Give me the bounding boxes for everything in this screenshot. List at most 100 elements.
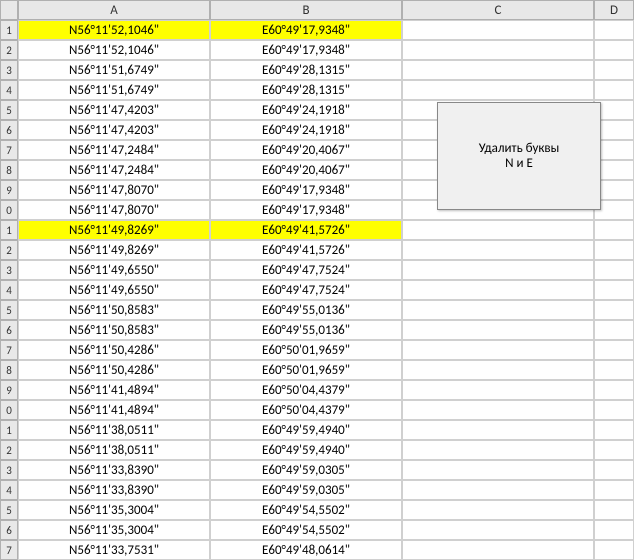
row-header[interactable]: 8 xyxy=(0,160,18,180)
cell-empty[interactable] xyxy=(594,320,634,340)
cell[interactable]: E60°49'47,7524" xyxy=(210,280,402,300)
cell[interactable]: E60°50'04,4379" xyxy=(210,400,402,420)
cell[interactable]: N56°11'47,4203" xyxy=(18,100,210,120)
cell[interactable]: N56°11'50,4286" xyxy=(18,340,210,360)
cell-empty[interactable] xyxy=(402,80,594,100)
cell[interactable]: E60°49'47,7524" xyxy=(210,260,402,280)
row-header[interactable]: 2 xyxy=(0,40,18,60)
row-header[interactable]: 4 xyxy=(0,480,18,500)
cell[interactable]: N56°11'38,0511" xyxy=(18,420,210,440)
cell[interactable]: E60°49'59,4940" xyxy=(210,420,402,440)
col-header-c[interactable]: C xyxy=(402,0,594,20)
cell-empty[interactable] xyxy=(402,500,594,520)
row-header[interactable]: 7 xyxy=(0,340,18,360)
cell[interactable]: E60°49'59,0305" xyxy=(210,480,402,500)
row-header[interactable]: 2 xyxy=(0,440,18,460)
cell-empty[interactable] xyxy=(402,380,594,400)
row-header[interactable]: 7 xyxy=(0,540,18,560)
cell[interactable]: N56°11'50,8583" xyxy=(18,300,210,320)
row-header[interactable]: 0 xyxy=(0,400,18,420)
cell[interactable]: N56°11'51,6749" xyxy=(18,80,210,100)
cell-empty[interactable] xyxy=(402,420,594,440)
row-header[interactable]: 1 xyxy=(0,220,18,240)
row-header[interactable]: 3 xyxy=(0,60,18,80)
cell-empty[interactable] xyxy=(594,280,634,300)
row-header[interactable]: 9 xyxy=(0,380,18,400)
cell[interactable]: N56°11'49,6550" xyxy=(18,280,210,300)
cell[interactable]: E60°49'24,1918" xyxy=(210,100,402,120)
cell[interactable]: E60°49'59,0305" xyxy=(210,460,402,480)
row-header[interactable]: 4 xyxy=(0,80,18,100)
cell-empty[interactable] xyxy=(402,520,594,540)
cell[interactable]: N56°11'49,6550" xyxy=(18,260,210,280)
cell[interactable]: E60°49'20,4067" xyxy=(210,140,402,160)
cell-empty[interactable] xyxy=(402,220,594,240)
cell-empty[interactable] xyxy=(402,400,594,420)
cell[interactable]: E60°49'17,9348" xyxy=(210,20,402,40)
cell[interactable]: N56°11'35,3004" xyxy=(18,500,210,520)
cell[interactable]: N56°11'52,1046" xyxy=(18,20,210,40)
cell-empty[interactable] xyxy=(594,60,634,80)
cell[interactable]: E60°49'55,0136" xyxy=(210,300,402,320)
cell[interactable]: E60°49'17,9348" xyxy=(210,40,402,60)
row-header[interactable]: 3 xyxy=(0,260,18,280)
row-header[interactable]: 0 xyxy=(0,200,18,220)
cell[interactable]: E60°49'54,5502" xyxy=(210,520,402,540)
row-header[interactable]: 1 xyxy=(0,420,18,440)
cell[interactable]: N56°11'52,1046" xyxy=(18,40,210,60)
cell-empty[interactable] xyxy=(402,360,594,380)
col-header-a[interactable]: A xyxy=(18,0,210,20)
cell-empty[interactable] xyxy=(402,300,594,320)
cell[interactable]: E60°49'24,1918" xyxy=(210,120,402,140)
cell[interactable]: N56°11'47,8070" xyxy=(18,200,210,220)
cell[interactable]: N56°11'50,8583" xyxy=(18,320,210,340)
cell[interactable]: E60°49'28,1315" xyxy=(210,60,402,80)
cell[interactable]: E60°49'28,1315" xyxy=(210,80,402,100)
cell-empty[interactable] xyxy=(594,440,634,460)
row-header[interactable]: 8 xyxy=(0,360,18,380)
cell[interactable]: E60°49'41,5726" xyxy=(210,240,402,260)
row-header[interactable]: 3 xyxy=(0,460,18,480)
row-header[interactable]: 9 xyxy=(0,180,18,200)
row-header[interactable]: 5 xyxy=(0,500,18,520)
cell-empty[interactable] xyxy=(594,380,634,400)
cell[interactable]: N56°11'35,3004" xyxy=(18,520,210,540)
cell-empty[interactable] xyxy=(594,300,634,320)
row-header[interactable]: 5 xyxy=(0,100,18,120)
cell-empty[interactable] xyxy=(402,280,594,300)
cell-empty[interactable] xyxy=(594,260,634,280)
cell-empty[interactable] xyxy=(402,480,594,500)
row-header[interactable]: 4 xyxy=(0,280,18,300)
cell-empty[interactable] xyxy=(594,460,634,480)
col-header-d[interactable]: D xyxy=(594,0,634,20)
cell-empty[interactable] xyxy=(402,540,594,560)
cell[interactable]: N56°11'41,4894" xyxy=(18,400,210,420)
cell-empty[interactable] xyxy=(594,520,634,540)
cell[interactable]: N56°11'47,2484" xyxy=(18,160,210,180)
row-header[interactable]: 5 xyxy=(0,300,18,320)
cell[interactable]: E60°49'59,4940" xyxy=(210,440,402,460)
cell-empty[interactable] xyxy=(594,220,634,240)
cell[interactable]: E60°49'17,9348" xyxy=(210,200,402,220)
cell[interactable]: N56°11'49,8269" xyxy=(18,240,210,260)
cell[interactable]: N56°11'51,6749" xyxy=(18,60,210,80)
cell[interactable]: E60°50'04,4379" xyxy=(210,380,402,400)
cell[interactable]: E60°49'41,5726" xyxy=(210,220,402,240)
cell[interactable]: N56°11'47,4203" xyxy=(18,120,210,140)
cell-empty[interactable] xyxy=(594,240,634,260)
cell-empty[interactable] xyxy=(594,340,634,360)
col-header-b[interactable]: B xyxy=(210,0,402,20)
spreadsheet-grid[interactable]: A B C D 1N56°11'52,1046"E60°49'17,9348"2… xyxy=(0,0,639,560)
cell-empty[interactable] xyxy=(402,240,594,260)
row-header[interactable]: 6 xyxy=(0,320,18,340)
row-header[interactable]: 2 xyxy=(0,240,18,260)
cell-empty[interactable] xyxy=(402,20,594,40)
cell[interactable]: E60°49'17,9348" xyxy=(210,180,402,200)
cell-empty[interactable] xyxy=(402,460,594,480)
cell[interactable]: N56°11'41,4894" xyxy=(18,380,210,400)
cell[interactable]: E60°50'01,9659" xyxy=(210,340,402,360)
cell-empty[interactable] xyxy=(594,80,634,100)
cell[interactable]: E60°49'54,5502" xyxy=(210,500,402,520)
cell[interactable]: N56°11'33,8390" xyxy=(18,460,210,480)
cell[interactable]: E60°49'48,0614" xyxy=(210,540,402,560)
